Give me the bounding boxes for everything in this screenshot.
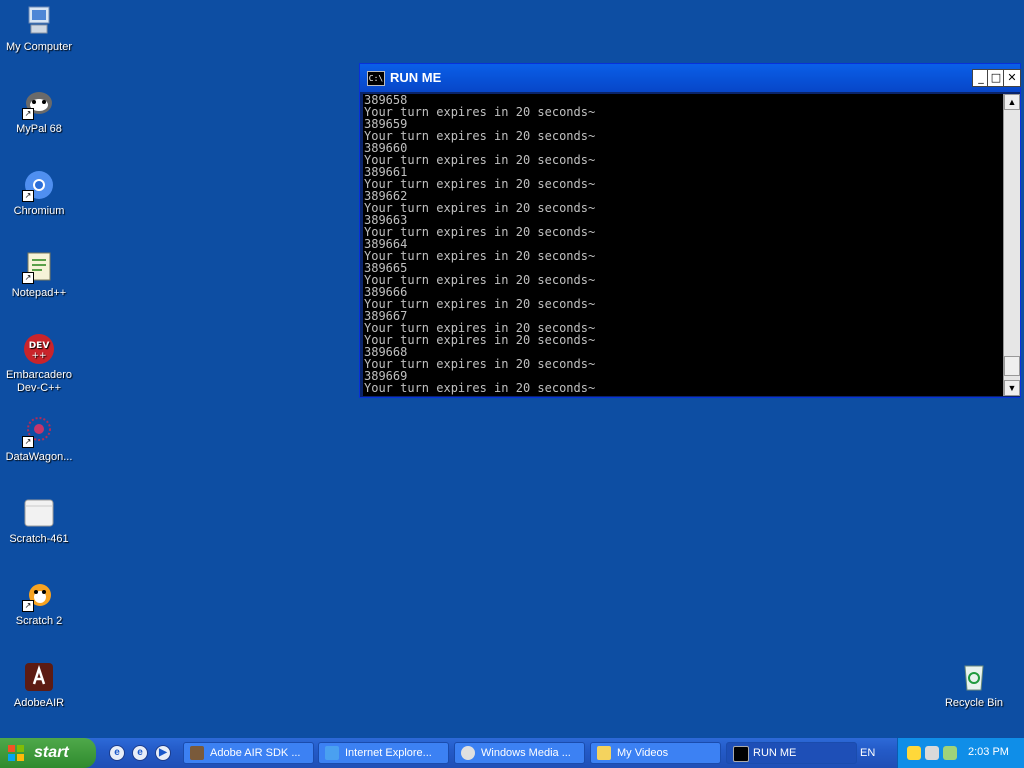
desktop-icon-label: Scratch 2 <box>15 615 63 627</box>
taskbar-button-adobe-air-sdk[interactable]: Adobe AIR SDK ... <box>183 742 314 764</box>
vertical-scrollbar[interactable]: ▲ ▼ <box>1003 94 1020 396</box>
console-window[interactable]: C:\ RUN ME _ □ ✕ 389658 Your turn expires… <box>359 63 1021 398</box>
folder-icon <box>597 746 611 760</box>
windows-logo-icon <box>8 745 24 761</box>
desktop-icon-label: Recycle Bin <box>944 697 1004 709</box>
desktop-icon-label: MyPal 68 <box>16 123 62 135</box>
computer-icon <box>22 4 56 38</box>
task-label: RUN ME <box>753 747 797 759</box>
task-label: Internet Explore... <box>345 747 432 759</box>
desktop-icon-label: DataWagon... <box>5 451 73 463</box>
desktop-icon-label: Chromium <box>13 205 65 217</box>
window-title: RUN ME <box>390 70 442 85</box>
shortcut-arrow-icon: ↗ <box>22 600 34 612</box>
close-button[interactable]: ✕ <box>1003 69 1021 87</box>
scroll-up-button[interactable]: ▲ <box>1004 94 1020 110</box>
desktop-icon-adobeair[interactable]: AdobeAIR <box>0 660 78 710</box>
taskbar-button-run-me[interactable]: RUN ME <box>726 742 857 764</box>
window-titlebar[interactable]: C:\ RUN ME _ □ ✕ <box>360 64 1021 92</box>
clock: 2:03 PM <box>968 746 1009 758</box>
svg-text:DEV: DEV <box>29 341 50 351</box>
recycle-bin-icon <box>957 660 991 694</box>
desktop-icon-label: Notepad++ <box>11 287 67 299</box>
language-indicator[interactable]: EN <box>860 747 875 759</box>
adobe-air-icon <box>22 660 56 694</box>
taskbar-button-my-videos[interactable]: My Videos <box>590 742 721 764</box>
desktop-icon-my-computer[interactable]: My Computer <box>0 4 78 54</box>
scroll-down-button[interactable]: ▼ <box>1004 380 1020 396</box>
shortcut-arrow-icon: ↗ <box>22 190 34 202</box>
desktop-icon-scratch-2[interactable]: ↗ Scratch 2 <box>0 578 78 628</box>
show-desktop-quicklaunch-icon[interactable]: e <box>132 745 148 761</box>
task-label: My Videos <box>617 747 669 759</box>
start-label: start <box>34 744 69 761</box>
raccoon-icon: ↗ <box>22 86 56 120</box>
media-player-icon <box>461 746 475 760</box>
task-label: Windows Media ... <box>481 747 571 759</box>
desktop-icon-mypal[interactable]: ↗ MyPal 68 <box>0 86 78 136</box>
command-prompt-icon <box>733 746 749 762</box>
console-lines: 389658 Your turn expires in 20 seconds~ 38… <box>364 94 595 394</box>
raccoon-icon <box>190 746 204 760</box>
internet-explorer-icon <box>325 746 339 760</box>
scratch-cat-icon: ↗ <box>22 578 56 612</box>
console-line: Your turn expires in 20 seconds~ <box>364 381 596 395</box>
media-player-quicklaunch-icon[interactable]: ▶ <box>155 745 171 761</box>
desktop-icon-chromium[interactable]: ↗ Chromium <box>0 168 78 218</box>
taskbar-button-internet-explorer[interactable]: Internet Explore... <box>318 742 449 764</box>
desktop-icon-scratch-461[interactable]: Scratch-461 <box>0 496 78 546</box>
shortcut-arrow-icon: ↗ <box>22 108 34 120</box>
safely-remove-icon[interactable] <box>943 746 957 760</box>
notepad-plus-plus-icon: ↗ <box>22 250 56 284</box>
desktop-icon-datawagon[interactable]: ↗ DataWagon... <box>0 414 78 464</box>
datawagon-icon: ↗ <box>22 414 56 448</box>
desktop-icon-label: Embarcadero Dev-C++ <box>5 369 73 394</box>
console-output[interactable]: 389658 Your turn expires in 20 seconds~ 38… <box>363 94 1003 396</box>
dev-cpp-icon: DEV ++ <box>22 332 56 366</box>
desktop-icon-label: AdobeAIR <box>13 697 65 709</box>
chromium-icon: ↗ <box>22 168 56 202</box>
task-label: Adobe AIR SDK ... <box>210 747 301 759</box>
taskbar-button-windows-media[interactable]: Windows Media ... <box>454 742 585 764</box>
desktop-icon-label: My Computer <box>5 41 73 53</box>
shortcut-arrow-icon: ↗ <box>22 272 34 284</box>
scroll-thumb[interactable] <box>1004 356 1020 376</box>
scratch-461-icon <box>22 496 56 530</box>
security-shield-icon[interactable] <box>907 746 921 760</box>
svg-text:++: ++ <box>31 351 46 361</box>
desktop: My Computer ↗ MyPal 68 ↗ Chromium ↗ Note… <box>0 0 1024 738</box>
system-tray: 2:03 PM <box>897 738 1024 768</box>
network-icon[interactable] <box>925 746 939 760</box>
desktop-icon-label: Scratch-461 <box>9 533 69 545</box>
desktop-icon-devcpp[interactable]: DEV ++ Embarcadero Dev-C++ <box>0 332 78 395</box>
desktop-icon-notepadpp[interactable]: ↗ Notepad++ <box>0 250 78 300</box>
desktop-icon-recycle-bin[interactable]: Recycle Bin <box>935 660 1013 710</box>
start-button[interactable]: start <box>0 738 96 768</box>
shortcut-arrow-icon: ↗ <box>22 436 34 448</box>
taskbar: start e e ▶ Adobe AIR SDK ... Internet E… <box>0 738 1024 768</box>
internet-explorer-quicklaunch-icon[interactable]: e <box>109 745 125 761</box>
command-prompt-icon: C:\ <box>367 71 385 86</box>
